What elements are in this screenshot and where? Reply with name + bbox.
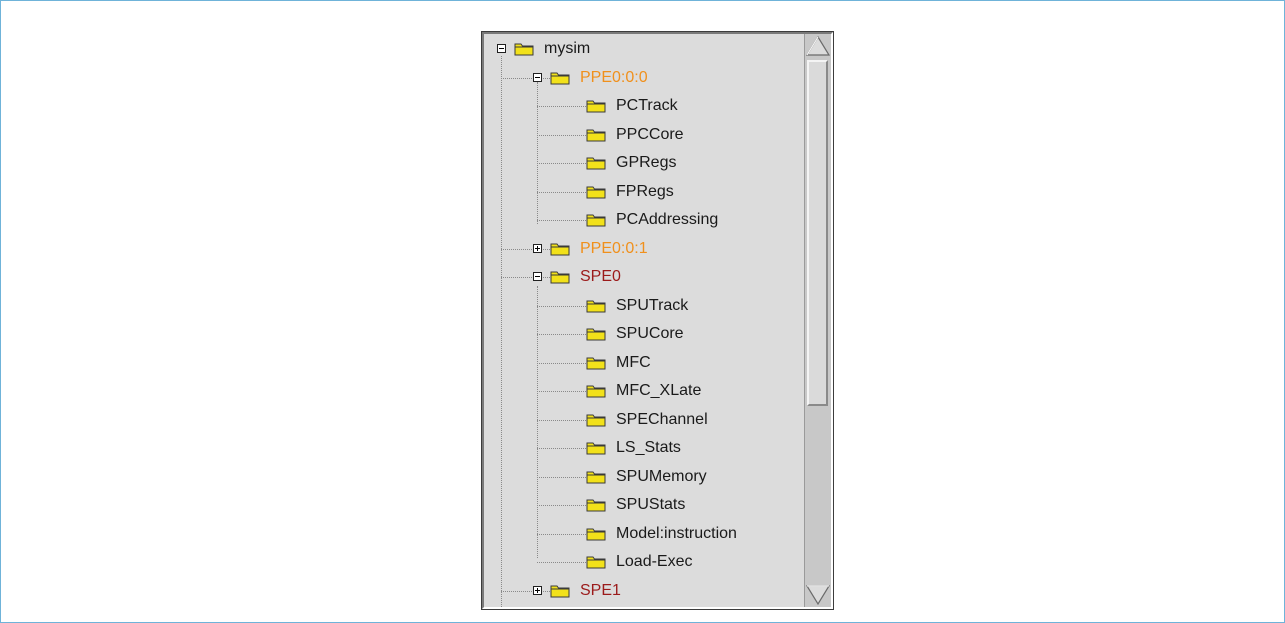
vertical-scrollbar[interactable] [804,34,831,607]
tree-connector [537,106,586,107]
tree-node-label: PCAddressing [616,211,719,228]
tree-node-mfc-xlate[interactable]: MFC_XLate [484,378,804,406]
tree-connector [537,419,586,421]
tree-view[interactable]: mysim PPE0:0:0 PCTrack PPCCore GPRegs FPRegs P… [484,34,804,607]
tree-node-sputrack[interactable]: SPUTrack [484,293,804,321]
tree-node-label: MFC [616,353,651,371]
tree-connector [537,163,586,164]
tree-node-label: PPE0:0:1 [580,239,648,257]
folder-icon [586,527,606,541]
tree-node-spe0[interactable]: SPE0 [484,264,804,292]
tree-node-spucore[interactable]: SPUCore [484,321,804,349]
tree-node-spustats[interactable]: SPUStats [484,492,804,520]
folder-icon [586,213,606,227]
tree-connector [537,305,586,307]
triangle-down-icon [805,585,831,606]
tree-node-gpregs[interactable]: GPRegs [484,150,804,178]
scroll-thumb[interactable] [807,60,828,406]
tree-node-label: mysim [544,40,591,57]
folder-icon [550,584,570,598]
tree-node-pctrack[interactable]: PCTrack [484,93,804,121]
folder-icon [586,413,606,427]
folder-icon [586,441,606,455]
window-frame: mysim PPE0:0:0 PCTrack PPCCore GPRegs FPRegs P… [0,0,1285,623]
tree-node-spumemory[interactable]: SPUMemory [484,464,804,492]
tree-node-label: SPUTrack [616,296,689,314]
tree-connector [537,334,586,335]
tree-node-label: SPE0 [580,268,621,285]
tree-node-label: PPE0:0:0 [580,68,648,86]
tree-node-ppe0-0-1[interactable]: PPE0:0:1 [484,236,804,264]
minus-box-icon[interactable] [497,44,506,53]
tree-node-label: PCTrack [616,97,678,114]
plus-box-icon[interactable] [533,243,542,253]
folder-icon [586,555,606,569]
tree-node-pcaddressing[interactable]: PCAddressing [484,207,804,235]
tree-node-model-instruction[interactable]: Model:instruction [484,521,804,549]
folder-icon [550,270,570,284]
tree-node-ppe0-0-0[interactable]: PPE0:0:0 [484,65,804,93]
folder-icon [550,242,570,256]
tree-connector [501,77,550,79]
tree-node-label: SPUStats [616,496,686,513]
tree-node-label: MFC_XLate [616,382,702,399]
tree-node-ppccore[interactable]: PPCCore [484,122,804,150]
folder-icon [586,384,606,398]
folder-icon [550,71,570,85]
folder-icon [586,299,606,313]
folder-icon [514,42,534,56]
tree-node-spechannel[interactable]: SPEChannel [484,407,804,435]
tree-node-label: SPE1 [580,581,621,599]
tree-connector [537,448,586,449]
tree-node-fpregs[interactable]: FPRegs [484,179,804,207]
folder-icon [586,156,606,170]
tree-connector [537,362,586,364]
tree-node-label: FPRegs [616,182,674,200]
minus-box-icon[interactable] [533,72,542,82]
tree-panel: mysim PPE0:0:0 PCTrack PPCCore GPRegs FPRegs P… [481,31,834,610]
tree-content: mysim PPE0:0:0 PCTrack PPCCore GPRegs FPRegs P… [484,34,804,607]
tree-node-label: SPUMemory [616,467,707,485]
tree-node-ls-stats[interactable]: LS_Stats [484,435,804,463]
tree-connector [537,391,586,392]
minus-box-icon[interactable] [533,272,542,281]
scroll-down-button[interactable] [805,583,831,607]
folder-icon [586,128,606,142]
tree-node-label: LS_Stats [616,439,681,456]
folder-icon [586,498,606,512]
tree-node-label: GPRegs [616,154,677,171]
tree-node-label: SPUCore [616,325,684,342]
plus-box-icon[interactable] [533,585,542,595]
tree-node-label: SPEChannel [616,410,708,428]
tree-connector [501,590,550,592]
tree-node-spe1[interactable]: SPE1 [484,578,804,606]
tree-node-label: PPCCore [616,125,684,143]
tree-node-label: Model:instruction [616,524,737,542]
tree-connector [537,505,586,506]
folder-icon [586,99,606,113]
tree-connector [501,277,550,278]
folder-icon [586,327,606,341]
tree-node-mysim[interactable]: mysim [484,36,804,64]
tree-connector [537,220,586,221]
folder-icon [586,185,606,199]
tree-node-label: Load-Exec [616,553,693,570]
tree-connector [537,134,586,136]
tree-node-load-exec[interactable]: Load-Exec [484,549,804,577]
tree-connector [501,248,550,250]
tree-connector [537,191,586,193]
tree-connector [537,533,586,535]
triangle-up-icon [805,35,831,56]
folder-icon [586,356,606,370]
folder-icon [586,470,606,484]
tree-connector [537,476,586,478]
tree-connector [537,562,586,563]
scroll-up-button[interactable] [805,34,831,58]
tree-node-mfc[interactable]: MFC [484,350,804,378]
